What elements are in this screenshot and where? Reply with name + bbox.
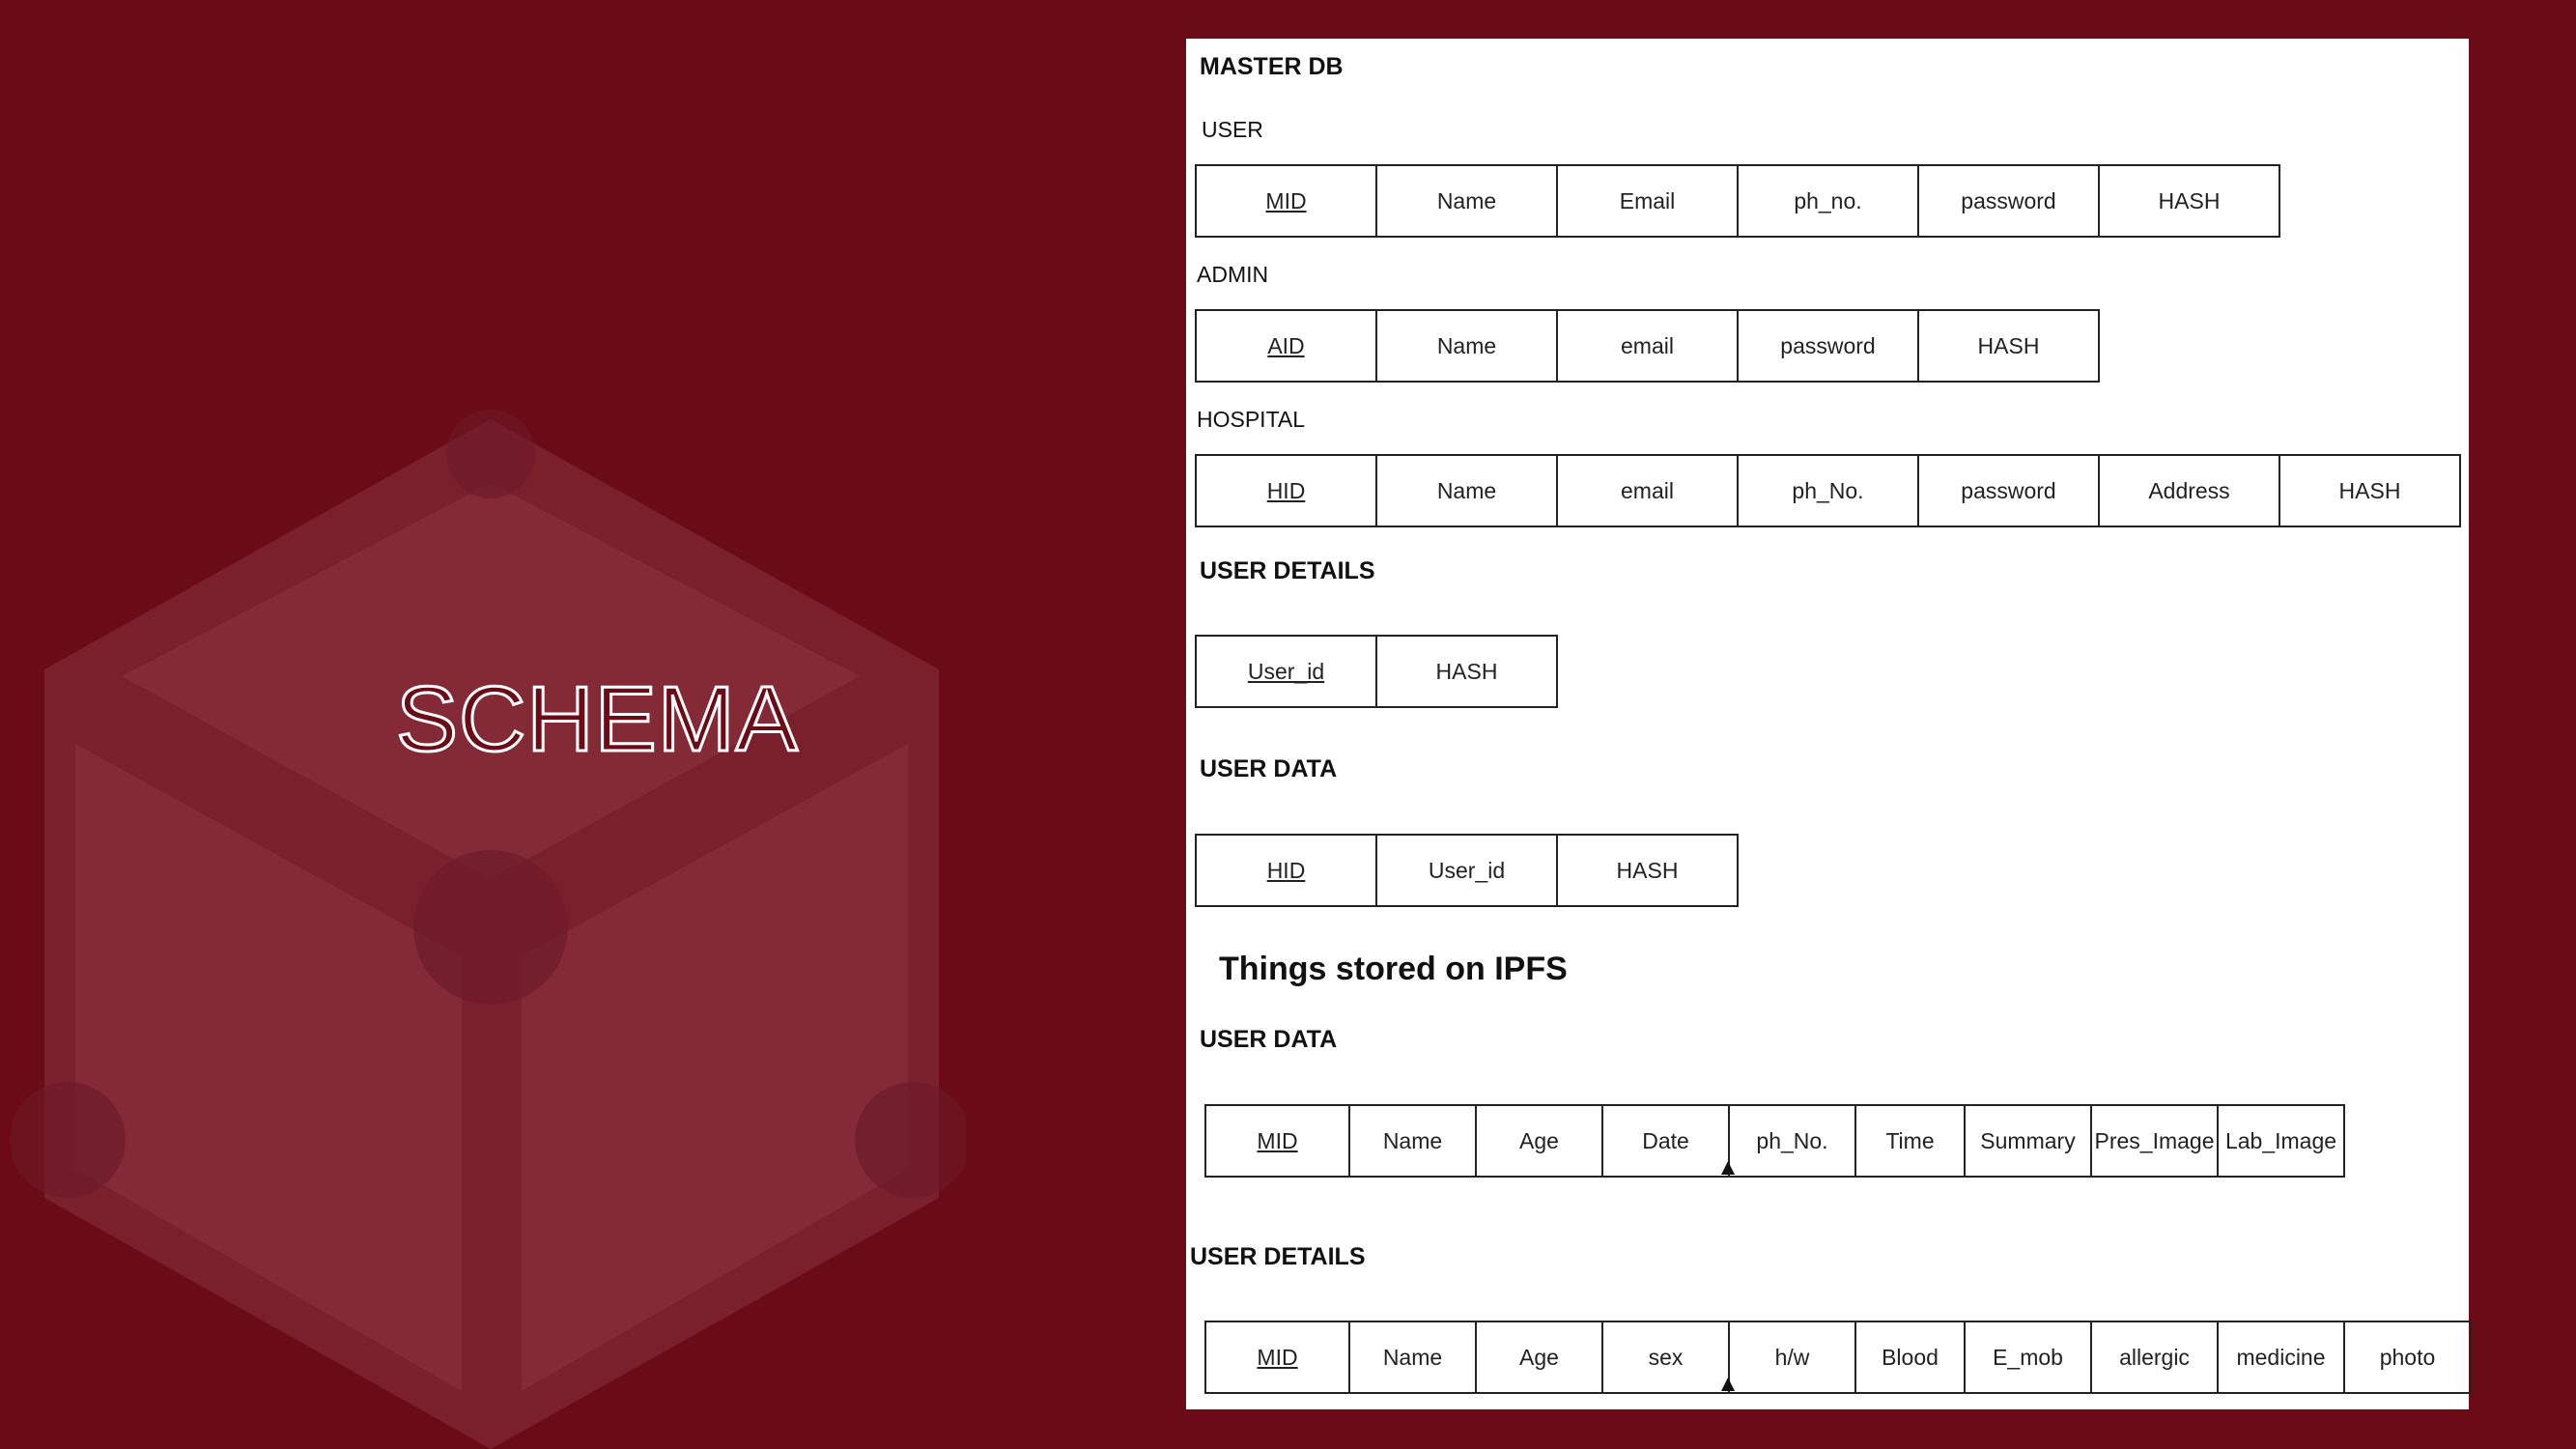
column-cell: HASH — [1558, 834, 1739, 907]
table-label-user-data: USER DATA — [1200, 755, 1338, 782]
column-cell: email — [1558, 454, 1739, 527]
column-cell: Summary — [1966, 1104, 2092, 1178]
arrow-marker — [1721, 1378, 1735, 1391]
column-cell: Date — [1603, 1104, 1730, 1178]
column-cell: HASH — [1919, 309, 2100, 383]
column-cell: email — [1558, 309, 1739, 383]
table-user-data: HID User_id HASH — [1195, 834, 1739, 907]
column-cell: HASH — [2280, 454, 2461, 527]
column-cell: Lab_Image — [2219, 1104, 2345, 1178]
cube-right-joint — [855, 1082, 966, 1198]
column-cell: photo — [2345, 1321, 2472, 1394]
table-label-admin: ADMIN — [1197, 262, 1269, 287]
table-user: MID Name Email ph_no. password HASH — [1195, 164, 2280, 238]
column-cell: Name — [1350, 1104, 1477, 1178]
cube-top-joint — [446, 410, 535, 498]
column-cell: Age — [1477, 1321, 1603, 1394]
column-cell: MID — [1197, 164, 1377, 238]
column-cell: h/w — [1730, 1321, 1856, 1394]
column-cell: MID — [1206, 1104, 1350, 1178]
table-user-details: User_id HASH — [1195, 635, 1558, 708]
column-cell: HID — [1197, 834, 1377, 907]
ipfs-table-user-details: MID Name Age sex h/w Blood E_mob allergi… — [1204, 1321, 2472, 1394]
table-label-user: USER — [1202, 117, 1263, 142]
column-cell: Address — [2100, 454, 2280, 527]
master-db-heading: MASTER DB — [1200, 53, 1344, 80]
table-label-user-details: USER DETAILS — [1200, 557, 1375, 584]
column-cell: Pres_Image — [2092, 1104, 2219, 1178]
column-cell: Blood — [1856, 1321, 1966, 1394]
column-cell: Email — [1558, 164, 1739, 238]
ipfs-label-user-details: USER DETAILS — [1190, 1243, 1366, 1270]
table-hospital: HID Name email ph_No. password Address H… — [1195, 454, 2461, 527]
column-cell: allergic — [2092, 1321, 2219, 1394]
column-cell: ph_No. — [1730, 1104, 1856, 1178]
arrow-marker — [1721, 1161, 1735, 1175]
cube-center-joint — [413, 850, 568, 1005]
column-cell: Name — [1350, 1321, 1477, 1394]
column-cell: sex — [1603, 1321, 1730, 1394]
column-cell: HASH — [1377, 635, 1558, 708]
column-cell: User_id — [1197, 635, 1377, 708]
column-cell: AID — [1197, 309, 1377, 383]
column-cell: User_id — [1377, 834, 1558, 907]
column-cell: MID — [1206, 1321, 1350, 1394]
column-cell: password — [1739, 309, 1919, 383]
column-cell: ph_no. — [1739, 164, 1919, 238]
column-cell: HID — [1197, 454, 1377, 527]
table-label-hospital: HOSPITAL — [1197, 407, 1306, 432]
ipfs-table-user-data: MID Name Age Date ph_No. Time Summary Pr… — [1204, 1104, 2345, 1178]
column-cell: medicine — [2219, 1321, 2345, 1394]
column-cell: Name — [1377, 164, 1558, 238]
column-cell: Age — [1477, 1104, 1603, 1178]
slide-title: SCHEMA — [395, 667, 800, 773]
cube-left-joint — [10, 1082, 126, 1198]
ipfs-heading: Things stored on IPFS — [1219, 951, 1568, 987]
column-cell: Name — [1377, 309, 1558, 383]
column-cell: Time — [1856, 1104, 1966, 1178]
schema-panel: MASTER DB USER MID Name Email ph_no. pas… — [1186, 39, 2472, 1409]
column-cell: password — [1919, 454, 2100, 527]
column-cell: E_mob — [1966, 1321, 2092, 1394]
column-cell: ph_No. — [1739, 454, 1919, 527]
ipfs-label-user-data: USER DATA — [1200, 1026, 1338, 1053]
table-admin: AID Name email password HASH — [1195, 309, 2100, 383]
column-cell: HASH — [2100, 164, 2280, 238]
column-cell: password — [1919, 164, 2100, 238]
column-cell: Name — [1377, 454, 1558, 527]
